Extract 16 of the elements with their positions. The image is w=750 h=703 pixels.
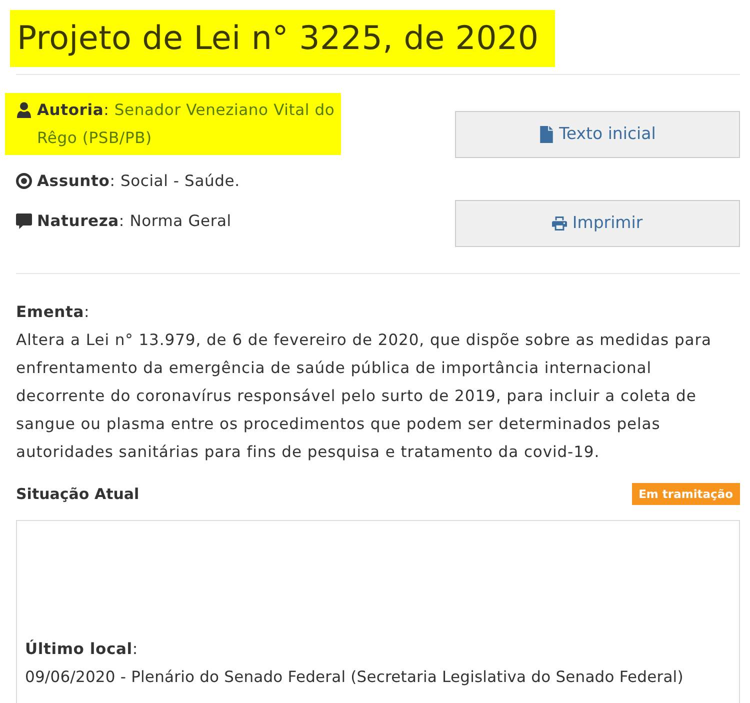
print-button[interactable]: Imprimir: [455, 200, 740, 247]
initial-text-button[interactable]: Texto inicial: [455, 111, 740, 158]
last-location-text: 09/06/2020 - Plenário do Senado Federal (Secretaria Legislativa do Senado Federal): [25, 667, 684, 688]
speech-bubble-icon: [16, 213, 32, 229]
document-icon: [539, 126, 554, 143]
ementa-text: Altera a Lei n° 13.979, de 6 de fevereiro de 2020, que dispõe sobre as medidas para enfrentamento da emergência de saúde pública de importância internacional decorrente do coronavírus responsável pelo surto de 2019, para incluir a coleta de sangue ou plasma entre os procedimentos que podem ser determinados pelas autoridades sanitárias para fins de pesquisa e tratamento da covid-19.: [16, 330, 713, 463]
nature-line: Natureza: Norma Geral: [37, 211, 232, 232]
status-badge: Em tramitação: [632, 483, 740, 505]
subject-line: Assunto: Social - Saúde.: [37, 171, 240, 192]
author-line: Autoria: Senador Veneziano Vital do Rêgo (PSB/PB): [37, 100, 336, 149]
ementa-label: Ementa:: [16, 302, 90, 323]
last-location-label: Último local:: [25, 638, 139, 660]
printer-icon: [552, 215, 568, 232]
user-icon: [16, 102, 32, 118]
section-heading: Situação Atual: [16, 484, 140, 505]
page-title: Projeto de Lei n° 3225, de 2020: [10, 10, 555, 67]
